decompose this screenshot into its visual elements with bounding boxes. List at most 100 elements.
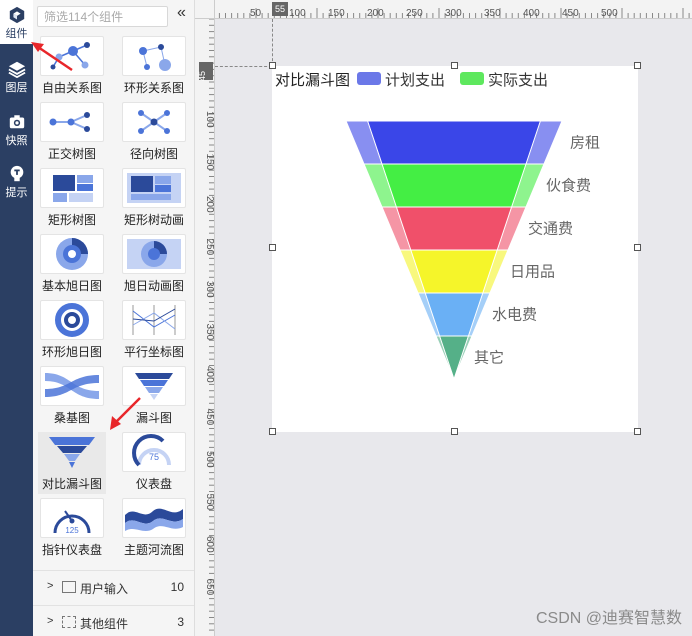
component-label: 桑基图	[53, 411, 90, 425]
rail-label-components: 组件	[5, 28, 28, 40]
ruler-left: 100 150 200 250 300 350 400 450 500 550 600 650	[195, 19, 215, 636]
component-search-input[interactable]	[37, 6, 168, 27]
component-free-relation-graph[interactable]: 自由关系图	[38, 36, 106, 98]
ruler-left-label: 500	[204, 451, 215, 468]
rail-label-snapshot: 快照	[5, 135, 28, 147]
ruler-top-ticks: 50 100 150 200 250 300 350 400 450 500	[195, 8, 690, 19]
component-label: 矩形树动画	[123, 213, 184, 227]
component-label: 正交树图	[47, 147, 96, 161]
lightbulb-icon	[10, 165, 23, 182]
component-ring-sunburst[interactable]: 环形旭日图	[38, 300, 106, 362]
resize-handle-bottom-center[interactable]	[451, 428, 458, 435]
ring-sunburst-thumbnail	[40, 300, 104, 340]
component-orthogonal-tree[interactable]: 正交树图	[38, 102, 106, 164]
chart-canvas[interactable]: 房租 伙食费 交通费 日用品 水电费 其它	[272, 66, 638, 432]
ruler-left-label: 350	[204, 324, 215, 341]
funnel-segment-actual[interactable]	[366, 120, 542, 165]
rail-label-layers: 图层	[5, 82, 28, 94]
ruler-top-label: 450	[562, 8, 579, 19]
ruler-top-label: 100	[289, 8, 306, 19]
ruler-left-label: 250	[204, 239, 215, 256]
radial-tree-thumbnail	[122, 102, 186, 142]
funnel-category-label: 水电费	[492, 307, 537, 324]
camera-icon	[9, 115, 24, 129]
ruler-top-position-marker: 55	[272, 2, 288, 16]
funnel-segment-actual[interactable]	[438, 335, 470, 381]
funnel-segment-actual[interactable]	[395, 206, 513, 251]
funnel-chart: 房租伙食费交通费日用品水电费其它	[345, 120, 600, 381]
ruler-top-label: 200	[367, 8, 384, 19]
category-other-components[interactable]: > 其他组件 3	[33, 605, 194, 636]
component-label: 仪表盘	[135, 477, 172, 491]
component-label: 旭日动画图	[123, 279, 184, 293]
rail-item-layers[interactable]: 图层	[0, 60, 33, 95]
resize-handle-middle-right[interactable]	[634, 244, 641, 251]
component-sunburst-animation[interactable]: 旭日动画图	[120, 234, 188, 296]
component-radial-tree[interactable]: 径向树图	[120, 102, 188, 164]
component-ring-relation-graph[interactable]: 环形关系图	[120, 36, 188, 98]
category-label: 其他组件	[80, 617, 129, 631]
rail-item-tips[interactable]: 提示	[0, 165, 33, 200]
component-label: 对比漏斗图	[41, 477, 102, 491]
rail-label-tips: 提示	[5, 187, 28, 199]
component-label: 平行坐标图	[123, 345, 184, 359]
component-funnel[interactable]: 漏斗图	[120, 366, 188, 428]
free-relation-thumbnail	[40, 36, 104, 76]
component-basic-sunburst[interactable]: 基本旭日图	[38, 234, 106, 296]
guide-line-horizontal	[215, 66, 272, 67]
rail-item-snapshot[interactable]: 快照	[0, 113, 33, 148]
ruler-top-label: 400	[523, 8, 540, 19]
component-parallel-coordinates[interactable]: 平行坐标图	[120, 300, 188, 362]
rail-item-components[interactable]: 组件	[0, 0, 33, 44]
resize-handle-top-center[interactable]	[451, 62, 458, 69]
ruler-left-position-marker: 45	[197, 62, 213, 81]
double-chevron-left-icon[interactable]: «	[177, 4, 186, 22]
ruler-left-label: 550	[204, 494, 215, 511]
category-count: 10	[170, 580, 184, 594]
gauge-thumbnail: 75	[122, 432, 186, 472]
ruler-left-label: 300	[204, 281, 215, 298]
chevron-right-icon: >	[47, 615, 54, 627]
component-treemap[interactable]: 矩形树图	[38, 168, 106, 230]
component-gauge[interactable]: 75 仪表盘	[120, 432, 188, 494]
component-pointer-gauge[interactable]: 125 指针仪表盘	[38, 498, 106, 560]
treemap-animation-thumbnail	[122, 168, 186, 208]
legend-label-actual: 实际支出	[488, 72, 549, 89]
funnel-segment-actual[interactable]	[381, 163, 527, 208]
resize-handle-middle-left[interactable]	[269, 244, 276, 251]
component-label: 环形旭日图	[41, 345, 102, 359]
legend-label-planned: 计划支出	[385, 72, 446, 89]
orthogonal-tree-thumbnail	[40, 102, 104, 142]
component-theme-river[interactable]: 主题河流图	[120, 498, 188, 560]
resize-handle-bottom-left[interactable]	[269, 428, 276, 435]
funnel-category-label: 房租	[570, 135, 600, 152]
resize-handle-top-left[interactable]	[269, 62, 276, 69]
legend-swatch-planned	[357, 72, 381, 85]
ruler-left-marker-text: 45	[197, 70, 207, 81]
component-comparison-funnel[interactable]: 对比漏斗图	[38, 432, 106, 494]
ruler-left-label: 450	[204, 409, 215, 426]
ruler-corner	[195, 0, 215, 19]
ruler-left-label: 600	[204, 536, 215, 553]
funnel-segment-actual[interactable]	[410, 249, 498, 294]
component-label: 指针仪表盘	[41, 543, 102, 557]
category-user-input[interactable]: > 用户输入 10	[33, 570, 194, 602]
guide-line-vertical	[272, 19, 273, 66]
component-label: 径向树图	[129, 147, 178, 161]
ruler-left-label: 100	[204, 111, 215, 128]
ruler-left-label: 400	[204, 366, 215, 383]
legend-item-actual[interactable]: 实际支出	[460, 69, 548, 90]
sunburst-animation-thumbnail	[122, 234, 186, 274]
cube-icon	[9, 6, 24, 24]
component-label: 矩形树图	[47, 213, 96, 227]
legend-item-planned[interactable]: 计划支出	[357, 69, 445, 90]
component-treemap-animation[interactable]: 矩形树动画	[120, 168, 188, 230]
ruler-left-label: 650	[204, 579, 215, 596]
ruler-top-label: 300	[445, 8, 462, 19]
component-sankey[interactable]: 桑基图	[38, 366, 106, 428]
basic-sunburst-thumbnail	[40, 234, 104, 274]
resize-handle-top-right[interactable]	[634, 62, 641, 69]
resize-handle-bottom-right[interactable]	[634, 428, 641, 435]
sankey-thumbnail	[40, 366, 104, 406]
treemap-thumbnail	[40, 168, 104, 208]
